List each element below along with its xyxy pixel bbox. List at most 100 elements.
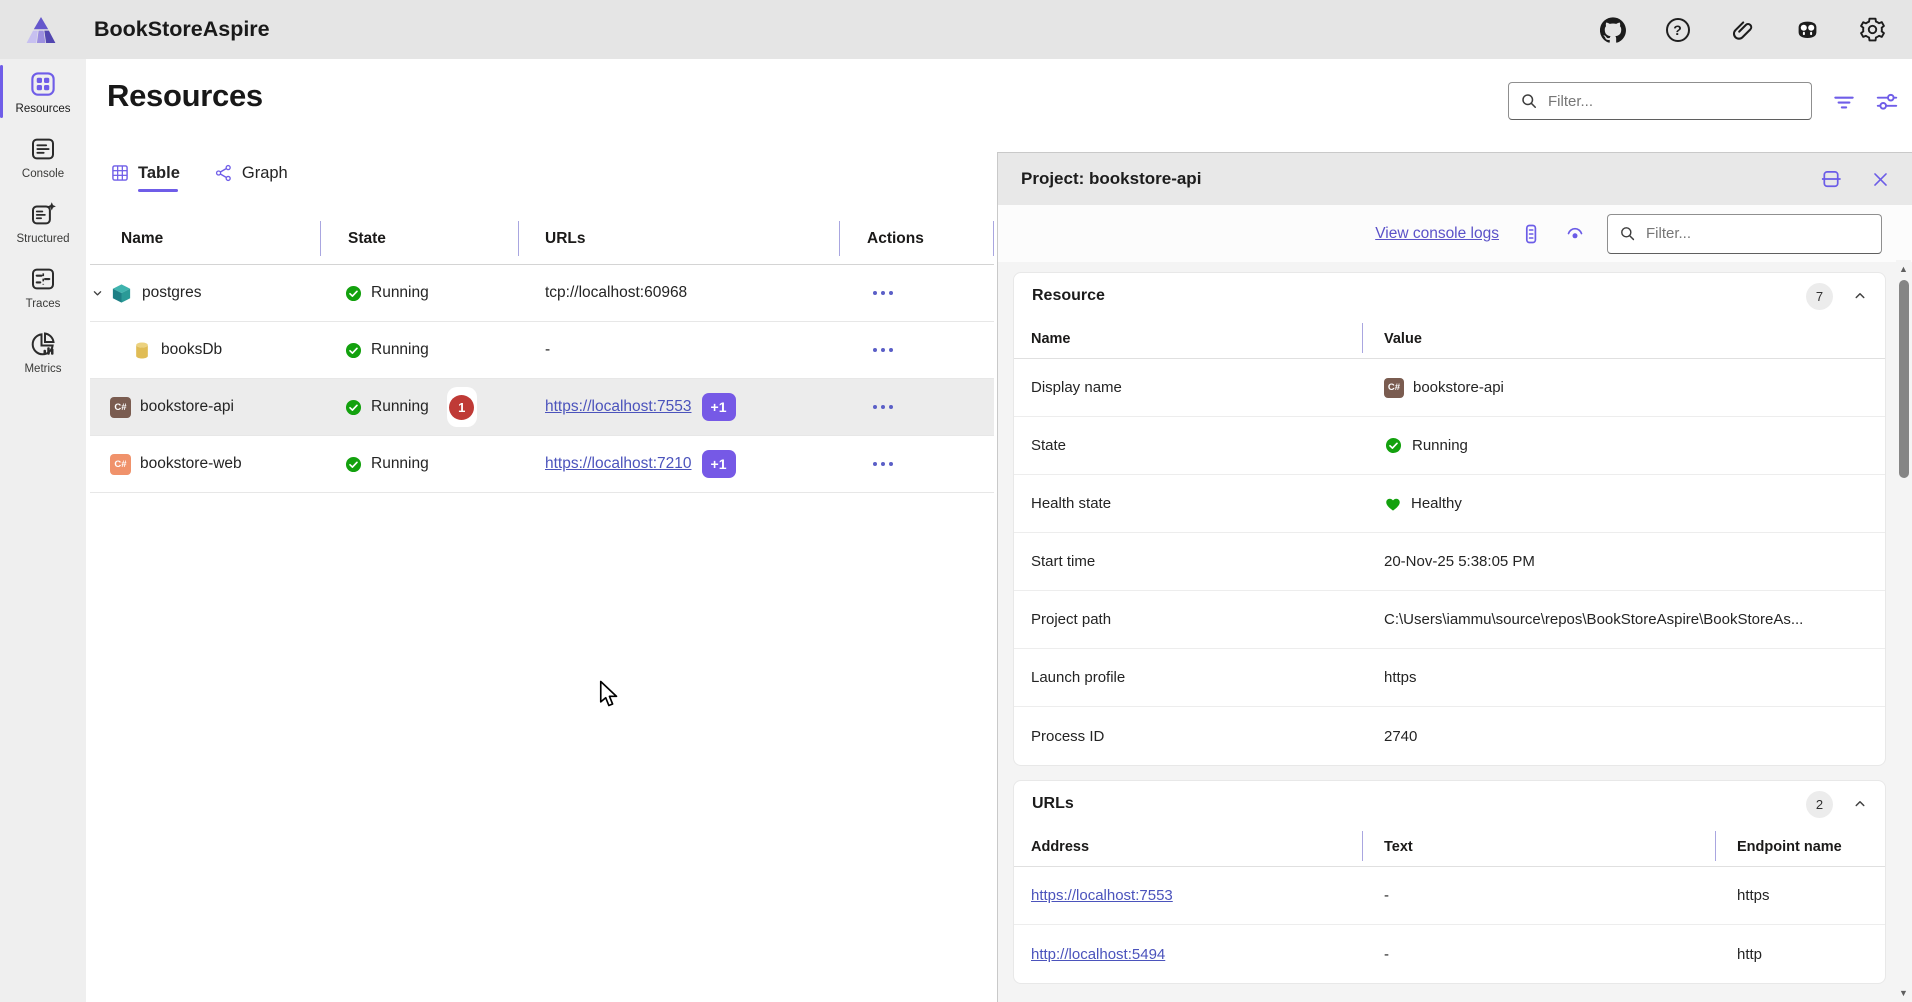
error-count-badge[interactable]: 1 xyxy=(447,387,477,427)
resources-filter-field[interactable] xyxy=(1548,93,1801,110)
sidebar-item-metrics[interactable]: Metrics xyxy=(0,319,86,384)
scroll-down-arrow[interactable]: ▼ xyxy=(1896,986,1911,1000)
more-urls-badge[interactable]: +1 xyxy=(702,393,736,421)
url-row[interactable]: https://localhost:7553 - https xyxy=(1014,867,1885,925)
resources-filter-input[interactable] xyxy=(1508,82,1812,120)
property-value: https xyxy=(1384,669,1417,686)
structured-logs-icon xyxy=(28,199,58,229)
url-address-link[interactable]: https://localhost:7553 xyxy=(1031,887,1173,904)
endpoint-name: http xyxy=(1737,946,1762,963)
panel-filter-input[interactable] xyxy=(1607,214,1882,254)
property-value: 20-Nov-25 5:38:05 PM xyxy=(1384,553,1535,570)
property-value: 2740 xyxy=(1384,728,1417,745)
help-icon[interactable]: ? xyxy=(1664,16,1691,43)
property-row[interactable]: Launch profile https xyxy=(1014,649,1885,707)
table-row-bookstore-web[interactable]: C# bookstore-web Running https://localho… xyxy=(90,436,994,493)
tab-graph[interactable]: Graph xyxy=(214,153,288,193)
url-text: - xyxy=(545,341,550,359)
table-row-postgres[interactable]: postgres Running tcp://localhost:60968 xyxy=(90,265,994,322)
resource-section-header[interactable]: Resource 7 xyxy=(1014,273,1885,319)
search-icon xyxy=(1618,224,1637,243)
sidebar-item-resources[interactable]: Resources xyxy=(0,59,86,124)
property-name: State xyxy=(1014,417,1362,474)
settings-gear-icon[interactable] xyxy=(1859,16,1886,43)
panel-scrollbar[interactable]: ▲ ▼ xyxy=(1896,260,1911,1000)
csharp-project-icon: C# xyxy=(1384,378,1404,398)
sidebar-item-label: Traces xyxy=(26,298,61,310)
tab-table[interactable]: Table xyxy=(110,153,180,193)
sidebar-item-traces[interactable]: Traces xyxy=(0,254,86,319)
resource-properties-table: Name Value Display name C# bookstore-api… xyxy=(1014,319,1885,765)
url-text: - xyxy=(1384,887,1389,904)
row-actions-ellipsis-icon[interactable] xyxy=(869,456,897,472)
property-row[interactable]: Health state Healthy xyxy=(1014,475,1885,533)
resources-table: Name State URLs Actions postgres xyxy=(90,214,994,493)
url-address-link[interactable]: http://localhost:5494 xyxy=(1031,946,1165,963)
tab-table-label: Table xyxy=(138,164,180,183)
column-header-value: Value xyxy=(1362,319,1885,358)
container-box-icon xyxy=(110,282,133,305)
sidebar-item-console[interactable]: Console xyxy=(0,124,86,189)
resources-grid-icon xyxy=(28,69,58,99)
chevron-up-icon[interactable] xyxy=(1851,795,1869,813)
csharp-project-icon: C# xyxy=(110,397,131,418)
column-options-icon[interactable] xyxy=(1873,88,1901,116)
topbar-actions: ? xyxy=(1599,16,1886,43)
paperclip-icon[interactable] xyxy=(1729,16,1756,43)
row-actions-ellipsis-icon[interactable] xyxy=(869,342,897,358)
view-tabs: Table Graph xyxy=(110,153,288,193)
resource-url-link[interactable]: https://localhost:7210 xyxy=(545,455,692,473)
urls-section-header[interactable]: URLs 2 xyxy=(1014,781,1885,827)
table-row-bookstore-api[interactable]: C# bookstore-api Running 1 https://local… xyxy=(90,379,994,436)
resource-details-panel: Project: bookstore-api View console logs xyxy=(997,152,1912,1002)
more-urls-badge[interactable]: +1 xyxy=(702,450,736,478)
panel-body: Resource 7 Name Value Display name C# bo… xyxy=(998,262,1892,1002)
property-name: Start time xyxy=(1014,533,1362,590)
endpoint-name: https xyxy=(1737,887,1770,904)
topbar: BookStoreAspire ? xyxy=(0,0,1912,59)
property-name: Launch profile xyxy=(1014,649,1362,706)
property-value: Running xyxy=(1412,437,1468,454)
chevron-down-icon[interactable] xyxy=(90,286,105,301)
url-text: tcp://localhost:60968 xyxy=(545,284,687,302)
copilot-icon[interactable] xyxy=(1794,16,1821,43)
view-console-logs-link[interactable]: View console logs xyxy=(1375,225,1499,243)
url-text: - xyxy=(1384,946,1389,963)
property-row[interactable]: Project path C:\Users\iammu\source\repos… xyxy=(1014,591,1885,649)
github-icon[interactable] xyxy=(1599,16,1626,43)
close-icon[interactable] xyxy=(1871,170,1890,189)
property-row[interactable]: Start time 20-Nov-25 5:38:05 PM xyxy=(1014,533,1885,591)
column-header-name: Name xyxy=(90,214,320,264)
filter-lines-icon[interactable] xyxy=(1830,88,1858,116)
running-check-icon xyxy=(344,455,363,474)
property-row[interactable]: State Running xyxy=(1014,417,1885,475)
row-actions-ellipsis-icon[interactable] xyxy=(869,285,897,301)
state-text: Running xyxy=(371,398,429,416)
property-name: Process ID xyxy=(1014,707,1362,765)
property-value: Healthy xyxy=(1411,495,1462,512)
traces-icon xyxy=(28,264,58,294)
scroll-up-arrow[interactable]: ▲ xyxy=(1896,262,1911,276)
chevron-up-icon[interactable] xyxy=(1851,287,1869,305)
property-row[interactable]: Process ID 2740 xyxy=(1014,707,1885,765)
console-icon xyxy=(28,134,58,164)
telemetry-eye-icon[interactable] xyxy=(1563,222,1587,246)
sidebar-item-structured[interactable]: Structured xyxy=(0,189,86,254)
column-header-state: State xyxy=(320,214,518,264)
table-row-booksdb[interactable]: booksDb Running - xyxy=(90,322,994,379)
column-header-name: Name xyxy=(1014,319,1362,358)
app-title: BookStoreAspire xyxy=(94,17,270,42)
url-row[interactable]: http://localhost:5494 - http xyxy=(1014,925,1885,983)
aspire-logo-icon xyxy=(24,15,58,45)
state-text: Running xyxy=(371,284,429,302)
panel-filter-field[interactable] xyxy=(1646,225,1871,242)
row-actions-ellipsis-icon[interactable] xyxy=(869,399,897,415)
console-log-icon[interactable] xyxy=(1519,222,1543,246)
resource-name: postgres xyxy=(142,284,201,302)
resource-name: booksDb xyxy=(161,341,222,359)
scrollbar-thumb[interactable] xyxy=(1899,280,1909,478)
split-panel-icon[interactable] xyxy=(1820,168,1843,191)
sidebar-item-label: Resources xyxy=(16,103,71,115)
property-row[interactable]: Display name C# bookstore-api xyxy=(1014,359,1885,417)
resource-url-link[interactable]: https://localhost:7553 xyxy=(545,398,692,416)
